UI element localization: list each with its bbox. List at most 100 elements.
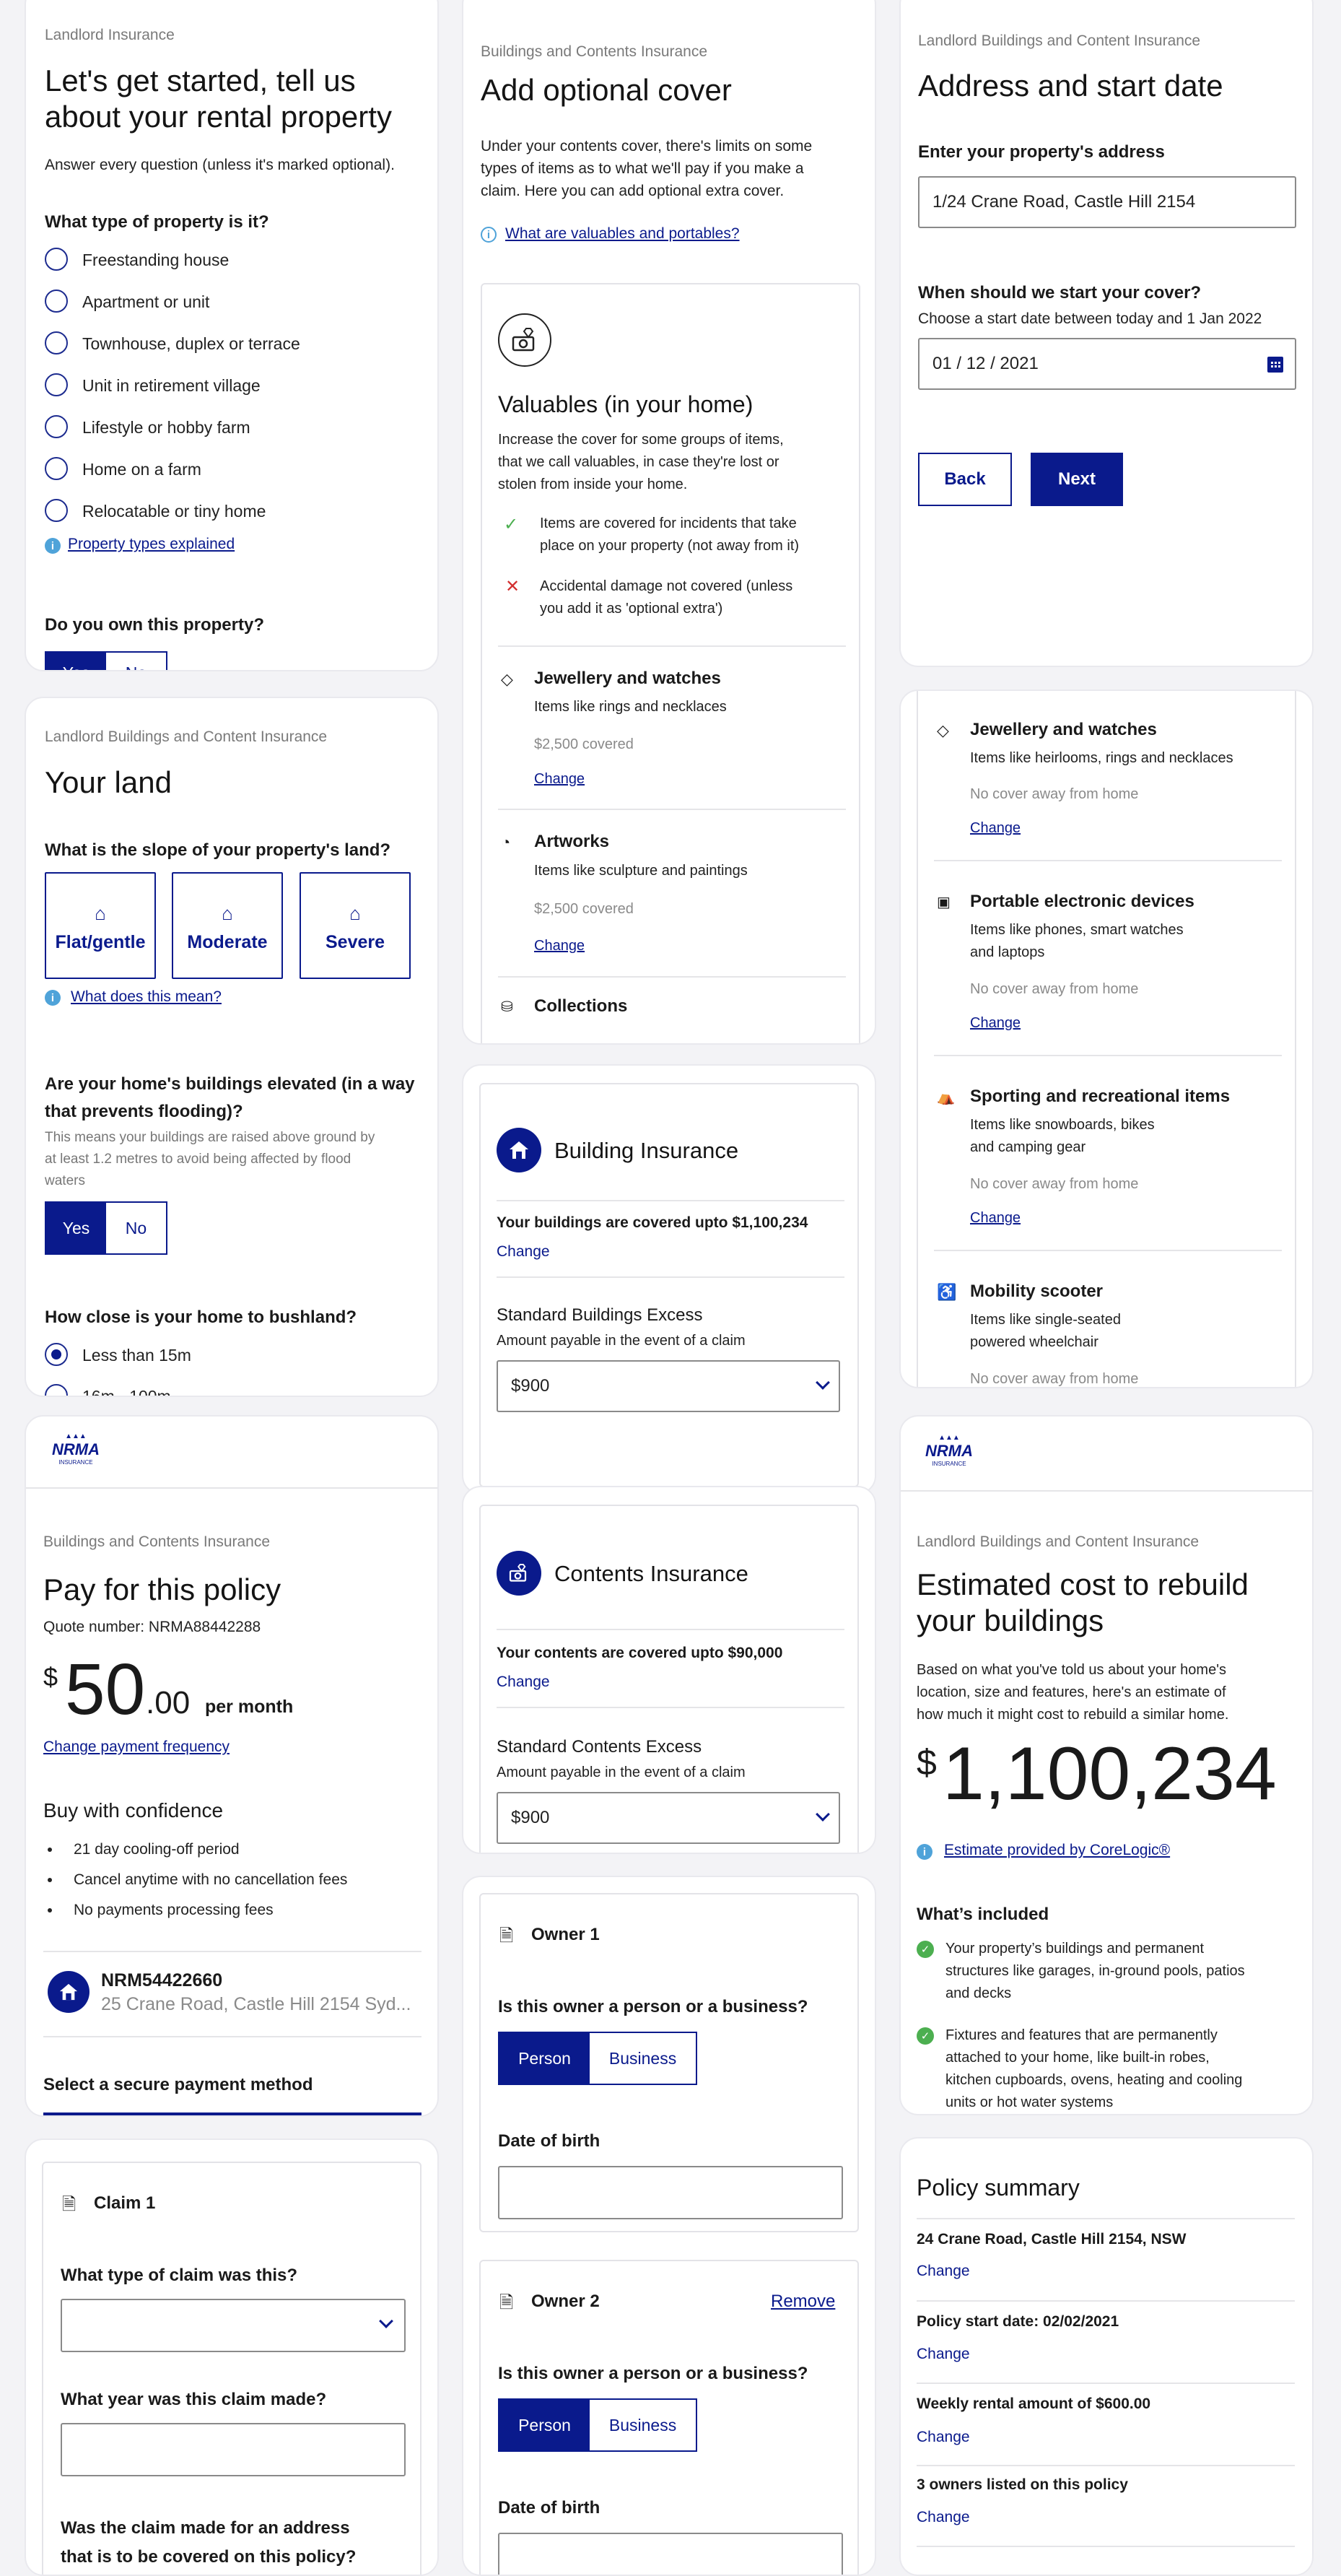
yes-button[interactable]: Yes <box>46 653 106 670</box>
excess-hint: Amount payable in the event of a claim <box>497 1333 746 1349</box>
summary-row-text: Policy start date: 02/02/2021 <box>917 2313 1119 2330</box>
owner-title: Owner 2 <box>531 2292 600 2311</box>
valuables-link[interactable]: What are valuables and portables? <box>505 225 740 243</box>
option-label: Freestanding house <box>82 251 230 269</box>
elevated-hint: This means your buildings are raised abo… <box>45 1130 375 1188</box>
claim-type-question: What type of claim was this? <box>61 2266 298 2285</box>
excess-label: Standard Contents Excess <box>497 1737 702 1757</box>
remove-owner-link[interactable]: Remove <box>771 2292 835 2312</box>
radio-townhouse[interactable] <box>45 331 68 354</box>
item-status: No cover away from home <box>970 1371 1139 1387</box>
next-button[interactable]: Next <box>1031 453 1123 506</box>
valuables-desc: Increase the cover for some groups of it… <box>498 432 784 492</box>
radio-16-100m[interactable] <box>45 1384 68 1396</box>
radio-tiny-home[interactable] <box>45 499 68 522</box>
claim-type-select[interactable] <box>61 2299 406 2352</box>
slope-label: Flat/gentle <box>55 932 146 952</box>
items-panel: ◇ Jewellery and watches Items like heirl… <box>917 691 1296 1387</box>
optional-cover-card: Buildings and Contents Insurance Add opt… <box>462 0 876 1045</box>
policy-summary-card: Policy summary 24 Crane Road, Castle Hil… <box>899 2137 1314 2576</box>
document-icon: 🗎 <box>62 2195 77 2214</box>
item-status: No cover away from home <box>970 786 1139 802</box>
change-link[interactable]: Change <box>917 2263 970 2280</box>
slope-question: What is the slope of your property's lan… <box>45 840 391 860</box>
payment-frequency-link[interactable]: Change payment frequency <box>43 1739 230 1756</box>
excess-select[interactable]: $900 <box>497 1792 840 1844</box>
radio-retirement[interactable] <box>45 373 68 396</box>
elevated-question: Are your home's buildings elevated (in a… <box>45 1074 415 1121</box>
cross-icon: ✕ <box>505 577 520 596</box>
change-link[interactable]: Change <box>497 1674 550 1691</box>
no-button[interactable]: No <box>106 653 166 671</box>
owner-type-question: Is this owner a person or a business? <box>498 2364 808 2383</box>
address-input[interactable]: 1/24 Crane Road, Castle Hill 2154 <box>918 176 1296 228</box>
yes-button[interactable]: Yes <box>46 1203 106 1253</box>
option-label: Townhouse, duplex or terrace <box>82 334 300 353</box>
your-land-card: Landlord Buildings and Content Insurance… <box>25 697 439 1397</box>
camping-icon: ⛺ <box>937 1089 955 1105</box>
change-link[interactable]: Change <box>917 2346 970 2363</box>
excess-select[interactable]: $900 <box>497 1360 840 1412</box>
excess-value: $900 <box>511 1808 550 1827</box>
person-button[interactable]: Person <box>499 2400 590 2450</box>
slope-flat[interactable]: ⌂ Flat/gentle <box>45 872 156 979</box>
summary-row-text: 3 owners listed on this policy <box>917 2476 1128 2493</box>
change-link[interactable]: Change <box>970 820 1021 837</box>
bullet-text: No payments processing fees <box>74 1902 274 1918</box>
start-date-input[interactable]: 01 / 12 / 2021 <box>918 338 1296 390</box>
eyebrow: Landlord Buildings and Content Insurance <box>918 32 1201 49</box>
divider <box>917 2383 1295 2384</box>
divider <box>934 1055 1282 1056</box>
change-link[interactable]: Change <box>970 1015 1021 1032</box>
business-button[interactable]: Business <box>590 2033 696 2084</box>
no-button[interactable]: No <box>106 1203 166 1253</box>
corelogic-link[interactable]: Estimate provided by CoreLogic® <box>944 1842 1170 1859</box>
back-button[interactable]: Back <box>918 453 1012 506</box>
item-desc: Items like sculpture and paintings <box>534 863 748 879</box>
claim1-panel: 🗎 Claim 1 What type of claim was this? W… <box>42 2162 421 2575</box>
address-label: Enter your property's address <box>918 142 1165 162</box>
excess-value: $900 <box>511 1376 550 1396</box>
change-link[interactable]: Change <box>970 1210 1021 1227</box>
summary-row-text: Weekly rental amount of $600.00 <box>917 2396 1151 2412</box>
bullet-text: 21 day cooling-off period <box>74 1841 240 1858</box>
slope-help-link[interactable]: What does this mean? <box>71 988 222 1006</box>
person-button[interactable]: Person <box>499 2033 590 2084</box>
price-period: per month <box>205 1697 294 1717</box>
valuables-panel: Valuables (in your home) Increase the co… <box>481 283 860 1043</box>
active-indicator <box>43 2112 421 2115</box>
dob-label: Date of birth <box>498 2498 600 2518</box>
item-name: Portable electronic devices <box>970 892 1194 911</box>
divider <box>934 1250 1282 1251</box>
summary-title: Policy summary <box>917 2175 1080 2201</box>
radio-farm[interactable] <box>45 457 68 480</box>
divider <box>497 1629 844 1630</box>
option-label: Unit in retirement village <box>82 376 261 395</box>
property-types-link[interactable]: Property types explained <box>68 536 235 553</box>
claim-year-input[interactable] <box>61 2423 406 2476</box>
dob-input[interactable] <box>498 2166 843 2219</box>
change-link[interactable]: Change <box>534 938 585 954</box>
divider <box>497 1200 844 1201</box>
change-link[interactable]: Change <box>534 771 585 788</box>
business-button[interactable]: Business <box>590 2400 696 2450</box>
calendar-icon[interactable] <box>1267 357 1283 373</box>
dob-input[interactable] <box>498 2533 843 2575</box>
info-icon: i <box>45 538 61 554</box>
page-title: Pay for this policy <box>43 1572 281 1606</box>
change-link[interactable]: Change <box>497 1243 550 1261</box>
divider <box>498 645 846 647</box>
change-link[interactable]: Change <box>917 2509 970 2526</box>
radio-freestanding[interactable] <box>45 248 68 271</box>
item-desc: Items like rings and necklaces <box>534 699 727 715</box>
change-link[interactable]: Change <box>917 2429 970 2446</box>
slope-severe[interactable]: ⌂ Severe <box>300 872 411 979</box>
radio-hobby-farm[interactable] <box>45 415 68 438</box>
elevated-toggle: Yes No <box>45 1201 167 1255</box>
slope-moderate[interactable]: ⌂ Moderate <box>172 872 283 979</box>
option-label: Apartment or unit <box>82 292 210 311</box>
radio-less-15m[interactable] <box>45 1343 68 1366</box>
radio-apartment[interactable] <box>45 290 68 313</box>
owner-type-question: Is this owner a person or a business? <box>498 1997 808 2016</box>
valuables-title: Valuables (in your home) <box>498 391 754 417</box>
